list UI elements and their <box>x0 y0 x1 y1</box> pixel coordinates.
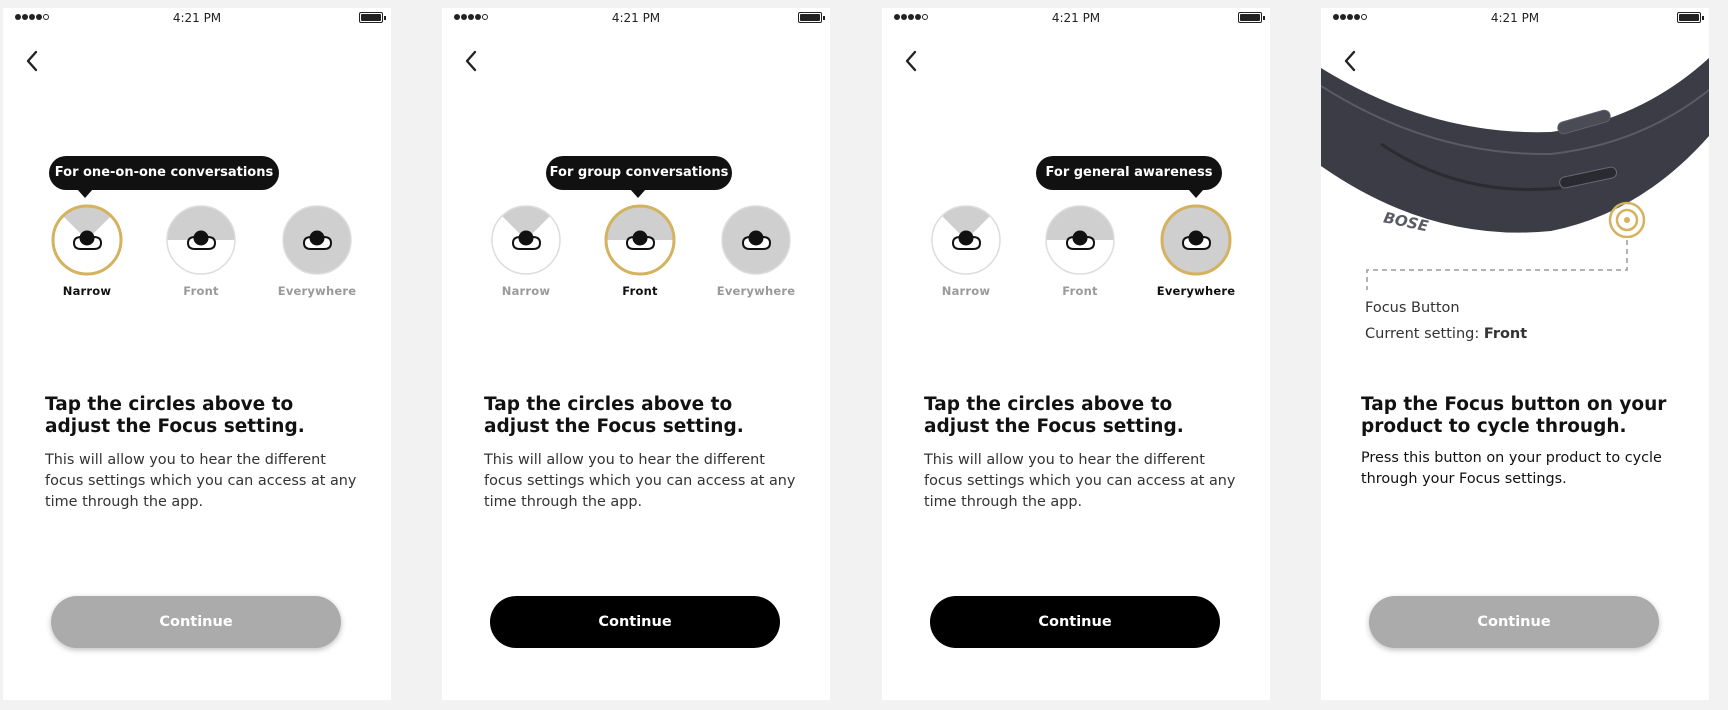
screen-title: Tap the Focus button on your product to … <box>1361 394 1667 437</box>
everywhere-mode-circle-icon[interactable] <box>1160 204 1232 276</box>
mode-label: Front <box>1062 284 1098 298</box>
screen-title: Tap the circles above to adjust the Focu… <box>484 394 744 437</box>
chevron-left-icon[interactable] <box>21 46 45 76</box>
screen-title: Tap the circles above to adjust the Focu… <box>924 394 1184 437</box>
callout-leader-line <box>1366 240 1628 290</box>
status-time: 4:21 PM <box>1051 11 1101 25</box>
mode-front[interactable]: Front <box>1020 204 1140 308</box>
screen-focus-button: BOSE 4:21 PM Focus Button Current settin… <box>1321 8 1709 700</box>
mode-narrow[interactable]: Narrow <box>27 204 147 308</box>
front-mode-circle-icon[interactable] <box>1044 204 1116 276</box>
mode-label: Everywhere <box>716 284 796 298</box>
chevron-left-icon[interactable] <box>900 46 924 76</box>
chevron-left-icon[interactable] <box>460 46 484 76</box>
status-time: 4:21 PM <box>611 11 661 25</box>
mode-label: Everywhere <box>1156 284 1236 298</box>
product-image: BOSE <box>1321 58 1709 238</box>
status-bar: 4:21 PM <box>442 8 830 28</box>
status-bar: 4:21 PM <box>882 8 1270 28</box>
screen-title: Tap the circles above to adjust the Focu… <box>45 394 305 437</box>
tooltip-text: For general awareness <box>1045 165 1213 180</box>
status-time: 4:21 PM <box>1490 11 1540 25</box>
mode-label: Front <box>183 284 219 298</box>
focus-button-label: Focus Button <box>1365 300 1460 316</box>
screen-description: Press this button on your product to cyc… <box>1361 450 1662 487</box>
narrow-mode-circle-icon[interactable] <box>930 204 1002 276</box>
status-time: 4:21 PM <box>172 11 222 25</box>
tooltip-text: For group conversations <box>549 165 729 180</box>
screen-narrow: 4:21 PM For one-on-one conversations Nar… <box>3 8 391 700</box>
mode-front[interactable]: Front <box>580 204 700 308</box>
status-bar: 4:21 PM <box>3 8 391 28</box>
mode-narrow[interactable]: Narrow <box>906 204 1026 308</box>
screen-description: This will allow you to hear the differen… <box>924 452 1236 510</box>
chevron-left-icon[interactable] <box>1339 46 1363 76</box>
mode-label: Narrow <box>62 284 112 298</box>
battery-icon <box>798 12 825 23</box>
continue-button[interactable]: Continue <box>930 596 1220 648</box>
mode-front[interactable]: Front <box>141 204 261 308</box>
mode-everywhere[interactable]: Everywhere <box>696 204 816 308</box>
continue-button[interactable]: Continue <box>1369 596 1659 648</box>
front-mode-circle-icon[interactable] <box>604 204 676 276</box>
mode-label: Front <box>622 284 658 298</box>
mode-everywhere[interactable]: Everywhere <box>1136 204 1256 308</box>
mode-everywhere[interactable]: Everywhere <box>257 204 377 308</box>
narrow-mode-circle-icon[interactable] <box>51 204 123 276</box>
screen-front: 4:21 PM For group conversations Narrow F… <box>442 8 830 700</box>
continue-button[interactable]: Continue <box>490 596 780 648</box>
continue-button[interactable]: Continue <box>51 596 341 648</box>
mode-label: Narrow <box>941 284 991 298</box>
mode-tooltip: For group conversations <box>546 156 732 198</box>
battery-icon <box>359 12 386 23</box>
screen-description: This will allow you to hear the differen… <box>45 452 357 510</box>
current-setting-label: Current setting: <box>1365 326 1480 342</box>
mode-label: Everywhere <box>277 284 357 298</box>
front-mode-circle-icon[interactable] <box>165 204 237 276</box>
everywhere-mode-circle-icon[interactable] <box>720 204 792 276</box>
current-setting-value: Front <box>1483 326 1528 342</box>
mode-narrow[interactable]: Narrow <box>466 204 586 308</box>
current-setting: Current setting: Front <box>1365 326 1527 342</box>
battery-icon <box>1677 12 1704 23</box>
battery-icon <box>1238 12 1265 23</box>
screen-everywhere: 4:21 PM For general awareness Narrow Fro… <box>882 8 1270 700</box>
everywhere-mode-circle-icon[interactable] <box>281 204 353 276</box>
mode-label: Narrow <box>501 284 551 298</box>
mode-tooltip: For general awareness <box>1036 156 1222 198</box>
narrow-mode-circle-icon[interactable] <box>490 204 562 276</box>
mode-tooltip: For one-on-one conversations <box>49 156 279 198</box>
screen-description: This will allow you to hear the differen… <box>484 452 796 510</box>
status-bar: 4:21 PM <box>1321 8 1709 28</box>
tooltip-text: For one-on-one conversations <box>54 165 274 180</box>
